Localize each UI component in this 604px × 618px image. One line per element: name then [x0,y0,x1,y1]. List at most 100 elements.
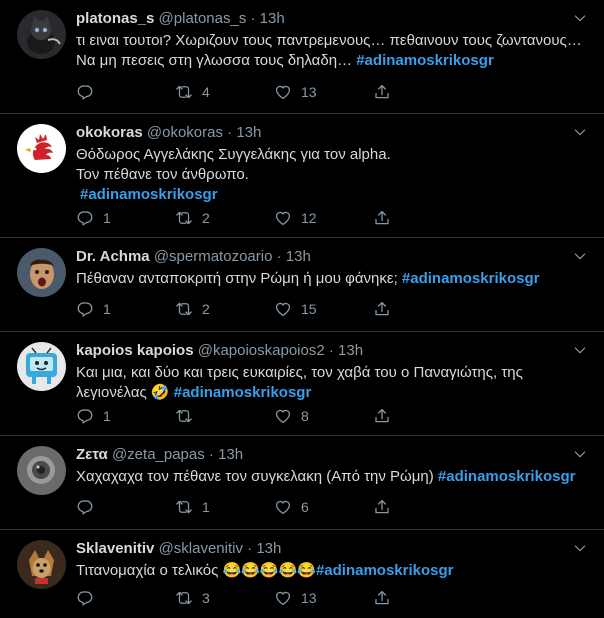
emoji: 🤣 [150,384,170,401]
hashtag-link[interactable]: #adinamoskrikosgr [80,186,218,203]
tweet-header: Ζετα @zeta_papas · 13h [76,444,590,466]
hashtag-link[interactable]: #adinamoskrikosgr [356,52,494,69]
share-button[interactable] [373,82,400,102]
tweet-content: Dr. Achma @spermatozoario · 13h Πέθαναν … [76,246,590,289]
avatar[interactable] [17,248,66,297]
user-handle[interactable]: @sklavenitiv [159,540,243,557]
share-button[interactable] [373,406,400,426]
retweet-button[interactable] [175,406,212,426]
reply-button[interactable] [76,82,113,102]
retweet-button[interactable]: 2 [175,208,212,228]
retweet-icon [175,589,193,607]
display-name[interactable]: Dr. Achma [76,248,150,265]
like-button[interactable]: 8 [274,406,311,426]
display-name[interactable]: okokoras [76,124,143,141]
hashtag-link[interactable]: #adinamoskrikosgr [402,270,540,287]
reply-button[interactable]: 1 [76,406,113,426]
chevron-down-icon[interactable] [572,446,588,462]
avatar[interactable] [17,540,66,589]
tweet[interactable]: platonas_s @platonas_s · 13h τι ειναι το… [0,0,604,114]
like-icon [274,209,292,227]
tweet-header: okokoras @okokoras · 13h [76,122,590,144]
retweet-count: 1 [202,499,210,515]
retweet-button[interactable]: 1 [175,497,212,517]
display-name[interactable]: Ζετα [76,446,108,463]
display-name[interactable]: platonas_s [76,10,154,27]
share-button[interactable] [373,299,400,319]
reply-count: 1 [103,408,111,424]
tweet-header: platonas_s @platonas_s · 13h [76,8,590,30]
like-icon [274,300,292,318]
hashtag-link[interactable]: #adinamoskrikosgr [174,384,312,401]
tweet-actions: 1 6 [76,497,406,517]
share-button[interactable] [373,588,400,608]
timestamp[interactable]: 13h [260,10,285,27]
tweet[interactable]: Sklavenitiv @sklavenitiv · 13h Τιτανομαχ… [0,530,604,618]
tweet[interactable]: okokoras @okokoras · 13h Θόδωρος Αγγελάκ… [0,114,604,238]
avatar[interactable] [17,446,66,495]
user-handle[interactable]: @spermatozoario [154,248,273,265]
chevron-down-icon[interactable] [572,540,588,556]
tweet-text-line: Τον πέθανε τον άνθρωπο. [76,166,249,183]
reply-button[interactable] [76,497,113,517]
like-button[interactable]: 12 [274,208,317,228]
avatar[interactable] [17,10,66,59]
separator-dot: · [250,10,256,27]
like-button[interactable]: 6 [274,497,311,517]
retweet-icon [175,300,193,318]
timestamp[interactable]: 13h [218,446,243,463]
avatar[interactable] [17,124,66,173]
retweet-button[interactable]: 2 [175,299,212,319]
tweet-actions: 3 13 [76,588,406,608]
emoji: 😂😂😂😂😂 [222,562,316,579]
reply-button[interactable]: 1 [76,208,113,228]
user-handle[interactable]: @kapoioskapoios2 [198,342,325,359]
display-name[interactable]: kapoios kapoios [76,342,194,359]
tweet-content: Sklavenitiv @sklavenitiv · 13h Τιτανομαχ… [76,538,590,581]
like-count: 13 [301,84,317,100]
retweet-count: 4 [202,84,210,100]
share-icon [373,407,391,425]
hashtag-link[interactable]: #adinamoskrikosgr [316,562,454,579]
retweet-button[interactable]: 3 [175,588,212,608]
tweet[interactable]: Dr. Achma @spermatozoario · 13h Πέθαναν … [0,238,604,332]
tweet-actions: 1 8 [76,406,406,426]
chevron-down-icon[interactable] [572,10,588,26]
tweet-header: kapoios kapoios @kapoioskapoios2 · 13h [76,340,590,362]
share-icon [373,498,391,516]
hashtag-link[interactable]: #adinamoskrikosgr [438,468,576,485]
user-handle[interactable]: @zeta_papas [112,446,205,463]
separator-dot: · [227,124,233,141]
share-button[interactable] [373,208,400,228]
timestamp[interactable]: 13h [236,124,261,141]
reply-button[interactable]: 1 [76,299,113,319]
like-button[interactable]: 15 [274,299,317,319]
chevron-down-icon[interactable] [572,342,588,358]
separator-dot: · [247,540,253,557]
tweet[interactable]: Ζετα @zeta_papas · 13h Χαχαχαχα τον πέθα… [0,436,604,530]
chevron-down-icon[interactable] [572,248,588,264]
like-button[interactable]: 13 [274,82,317,102]
like-button[interactable]: 13 [274,588,317,608]
tweet-content: platonas_s @platonas_s · 13h τι ειναι το… [76,8,590,71]
display-name[interactable]: Sklavenitiv [76,540,154,557]
tweet-text: Και μια, και δύο και τρεις ευκαιρίες, το… [76,363,590,403]
reply-button[interactable] [76,588,113,608]
user-handle[interactable]: @okokoras [147,124,223,141]
timestamp[interactable]: 13h [286,248,311,265]
tweet[interactable]: kapoios kapoios @kapoioskapoios2 · 13h Κ… [0,332,604,436]
separator-dot: · [208,446,214,463]
tweet-text: Χαχαχαχα τον πέθανε τον συγκελακη (Από τ… [76,467,590,487]
reply-icon [76,209,94,227]
timestamp[interactable]: 13h [338,342,363,359]
tweet-actions: 4 13 [76,82,406,102]
user-handle[interactable]: @platonas_s [159,10,247,27]
timestamp[interactable]: 13h [256,540,281,557]
chevron-down-icon[interactable] [572,124,588,140]
retweet-button[interactable]: 4 [175,82,212,102]
tweet-text-line: Θόδωρος Αγγελάκης Συγγελάκης για τον alp… [76,146,391,163]
retweet-icon [175,209,193,227]
share-button[interactable] [373,497,400,517]
avatar[interactable] [17,342,66,391]
tweet-text: τι ειναι τουτοι? Χωριζουν τους παντρεμεν… [76,31,590,71]
